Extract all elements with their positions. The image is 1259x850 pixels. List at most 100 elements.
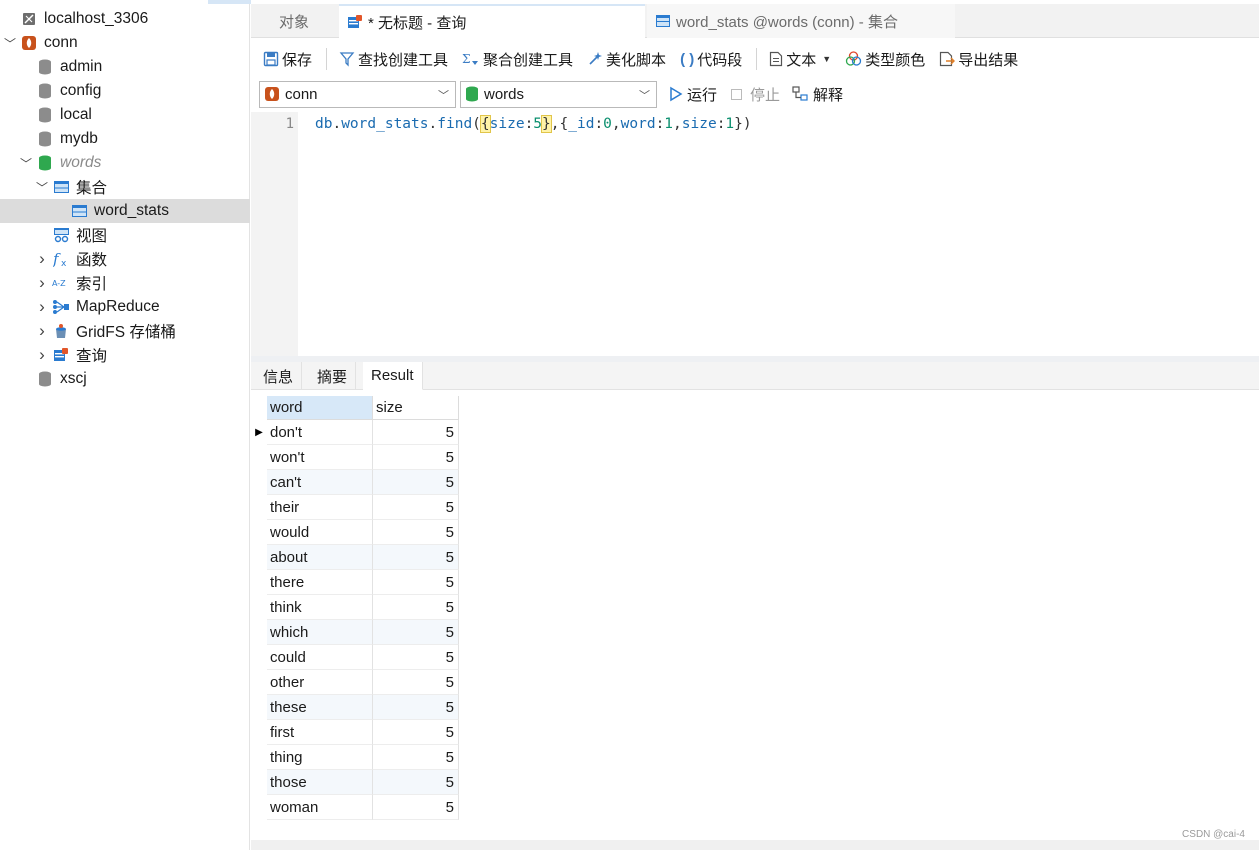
- cell-size[interactable]: 5: [373, 520, 459, 545]
- tree-item-localhost_3306[interactable]: localhost_3306: [0, 7, 250, 31]
- tab-word-stats-collection[interactable]: word_stats @words (conn) - 集合: [647, 4, 955, 38]
- code-value-1: 1: [725, 116, 735, 132]
- stop-button[interactable]: 停止: [731, 84, 780, 105]
- cell-size[interactable]: 5: [373, 470, 459, 495]
- cell-size[interactable]: 5: [373, 620, 459, 645]
- cell-word[interactable]: there: [267, 570, 373, 595]
- table-row[interactable]: won't 5: [251, 445, 459, 470]
- explain-button[interactable]: 解释: [792, 84, 843, 105]
- cell-word[interactable]: which: [267, 620, 373, 645]
- code-comma: ,: [611, 116, 621, 132]
- code-line[interactable]: db.word_stats.find({size:5},{_id:0,word:…: [315, 115, 752, 133]
- cell-size[interactable]: 5: [373, 670, 459, 695]
- cell-word[interactable]: about: [267, 545, 373, 570]
- database-select[interactable]: words ﹀: [460, 80, 657, 108]
- cell-size[interactable]: 5: [373, 695, 459, 720]
- chevron-right-icon[interactable]: ›: [35, 343, 49, 367]
- cell-word[interactable]: won't: [267, 445, 373, 470]
- cell-size[interactable]: 5: [373, 595, 459, 620]
- cell-word[interactable]: would: [267, 520, 373, 545]
- tree-item-[interactable]: ﹀ 集合: [0, 175, 250, 199]
- table-row[interactable]: other 5: [251, 670, 459, 695]
- table-row[interactable]: woman 5: [251, 795, 459, 820]
- cell-word[interactable]: these: [267, 695, 373, 720]
- cell-word[interactable]: first: [267, 720, 373, 745]
- tree-item-[interactable]: › A-Z 索引: [0, 271, 250, 295]
- tab-objects[interactable]: 对象: [271, 4, 317, 38]
- cell-size[interactable]: 5: [373, 545, 459, 570]
- table-row[interactable]: would 5: [251, 520, 459, 545]
- cell-size[interactable]: 5: [373, 745, 459, 770]
- tree-item-words[interactable]: ﹀ words: [0, 151, 250, 175]
- type-color-button[interactable]: 类型颜色: [841, 45, 929, 73]
- table-row[interactable]: first 5: [251, 720, 459, 745]
- tab-result[interactable]: Result: [363, 362, 423, 390]
- cell-word[interactable]: could: [267, 645, 373, 670]
- table-row[interactable]: those 5: [251, 770, 459, 795]
- table-row[interactable]: ▶ don't 5: [251, 420, 459, 445]
- beautify-script-button[interactable]: 美化脚本: [583, 45, 670, 73]
- tree-item-[interactable]: 视图: [0, 223, 250, 247]
- find-builder-button[interactable]: 查找创建工具: [335, 45, 452, 73]
- tree-item-config[interactable]: config: [0, 79, 250, 103]
- tree-item-mapreduce[interactable]: › MapReduce: [0, 295, 250, 319]
- tab-untitled-query[interactable]: * 无标题 - 查询: [339, 4, 645, 38]
- table-row[interactable]: think 5: [251, 595, 459, 620]
- chevron-right-icon[interactable]: ›: [35, 271, 49, 295]
- tree-item-xscj[interactable]: xscj: [0, 367, 250, 391]
- chevron-right-icon[interactable]: ›: [35, 295, 49, 319]
- table-row[interactable]: which 5: [251, 620, 459, 645]
- cell-size[interactable]: 5: [373, 445, 459, 470]
- cell-word[interactable]: think: [267, 595, 373, 620]
- table-row[interactable]: could 5: [251, 645, 459, 670]
- chevron-down-icon[interactable]: ﹀: [3, 31, 17, 55]
- table-row[interactable]: about 5: [251, 545, 459, 570]
- cell-size[interactable]: 5: [373, 420, 459, 445]
- tree-item-word_stats[interactable]: word_stats: [0, 199, 250, 223]
- aggregate-builder-button[interactable]: Σ 聚合创建工具: [458, 45, 577, 73]
- cell-word[interactable]: their: [267, 495, 373, 520]
- tree-item-gridfs[interactable]: › GridFS 存储桶: [0, 319, 250, 343]
- tree-item-local[interactable]: local: [0, 103, 250, 127]
- tree-item-mydb[interactable]: mydb: [0, 127, 250, 151]
- cell-word[interactable]: can't: [267, 470, 373, 495]
- table-row[interactable]: their 5: [251, 495, 459, 520]
- export-results-button[interactable]: 导出结果: [935, 45, 1022, 73]
- save-button[interactable]: 保存: [259, 45, 316, 73]
- chevron-down-icon[interactable]: ﹀: [19, 151, 33, 175]
- cell-word[interactable]: thing: [267, 745, 373, 770]
- cell-word[interactable]: other: [267, 670, 373, 695]
- tree-item-label: 索引: [76, 276, 108, 293]
- code-key-word: word: [620, 116, 656, 132]
- run-button[interactable]: 运行: [669, 81, 717, 108]
- connection-select[interactable]: conn ﹀: [259, 80, 456, 108]
- table-row[interactable]: thing 5: [251, 745, 459, 770]
- text-view-button[interactable]: 文本 ▼: [765, 45, 835, 73]
- column-header-size[interactable]: size: [373, 396, 459, 420]
- cell-size[interactable]: 5: [373, 770, 459, 795]
- tab-info[interactable]: 信息: [255, 362, 303, 390]
- cell-word[interactable]: don't: [267, 420, 373, 445]
- tree-item-[interactable]: › f x 函数: [0, 247, 250, 271]
- cell-size[interactable]: 5: [373, 495, 459, 520]
- code-snippet-button[interactable]: ( ) 代码段: [676, 45, 746, 73]
- table-row[interactable]: there 5: [251, 570, 459, 595]
- tree-item-conn[interactable]: ﹀ conn: [0, 31, 250, 55]
- cell-size[interactable]: 5: [373, 795, 459, 820]
- cell-size[interactable]: 5: [373, 720, 459, 745]
- tab-summary[interactable]: 摘要: [309, 362, 357, 390]
- column-header-word[interactable]: word: [267, 396, 373, 420]
- tree-item-admin[interactable]: admin: [0, 55, 250, 79]
- query-editor[interactable]: 1 db.word_stats.find({size:5},{_id:0,wor…: [251, 112, 1259, 356]
- cell-word[interactable]: woman: [267, 795, 373, 820]
- chevron-right-icon[interactable]: ›: [35, 319, 49, 343]
- tree-item-[interactable]: › 查询: [0, 343, 250, 367]
- chevron-down-icon[interactable]: ﹀: [35, 175, 49, 199]
- cell-size[interactable]: 5: [373, 645, 459, 670]
- chevron-right-icon[interactable]: ›: [35, 247, 49, 271]
- table-row[interactable]: can't 5: [251, 470, 459, 495]
- table-row[interactable]: these 5: [251, 695, 459, 720]
- code-comma: ,: [673, 116, 682, 132]
- cell-word[interactable]: those: [267, 770, 373, 795]
- cell-size[interactable]: 5: [373, 570, 459, 595]
